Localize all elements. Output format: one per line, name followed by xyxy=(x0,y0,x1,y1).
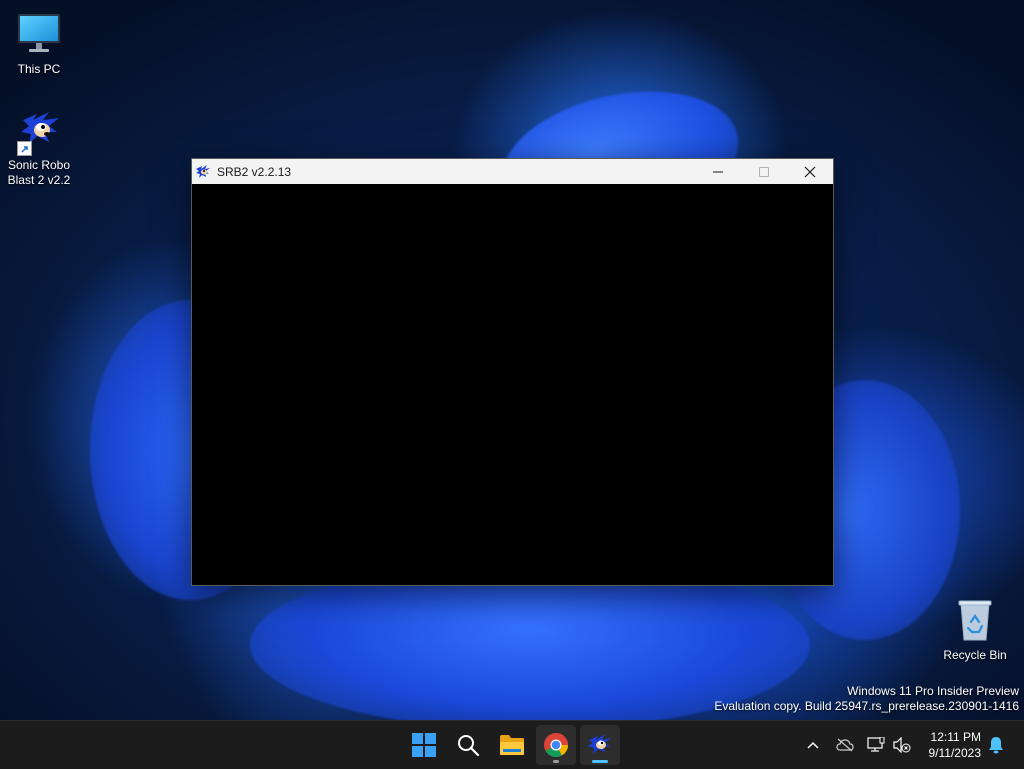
volume-tray-button[interactable] xyxy=(892,735,912,755)
clock-time: 12:11 PM xyxy=(930,730,981,744)
volume-muted-icon xyxy=(893,737,911,753)
chrome-icon xyxy=(544,733,568,758)
search-button[interactable] xyxy=(448,725,488,765)
monitor-icon xyxy=(15,10,63,58)
close-button[interactable] xyxy=(787,159,833,184)
start-button[interactable] xyxy=(404,725,444,765)
running-indicator xyxy=(553,760,559,763)
window-titlebar[interactable]: SRB2 v2.2.13 xyxy=(192,159,833,184)
desktop-icon-recycle-bin[interactable]: Recycle Bin xyxy=(937,596,1013,663)
recycle-bin-icon xyxy=(951,596,999,644)
shortcut-arrow-icon xyxy=(17,141,32,156)
sonic-icon xyxy=(15,106,63,156)
sonic-icon xyxy=(588,734,611,754)
file-explorer-button[interactable] xyxy=(492,725,532,765)
network-tray-button[interactable] xyxy=(866,735,886,755)
desktop-icon-label: Sonic Robo xyxy=(7,158,71,172)
chrome-button[interactable] xyxy=(536,725,576,765)
close-icon xyxy=(804,166,816,177)
maximize-button[interactable] xyxy=(741,159,787,184)
maximize-icon xyxy=(759,166,769,177)
desktop[interactable]: This PC Sonic Robo Blast 2 v2.2 Recycle … xyxy=(0,0,1024,720)
minimize-button[interactable] xyxy=(695,159,741,184)
app-window[interactable]: SRB2 v2.2.13 xyxy=(191,158,834,586)
onedrive-tray-button[interactable] xyxy=(835,735,855,755)
minimize-icon xyxy=(713,171,723,172)
chevron-up-icon xyxy=(807,741,819,749)
desktop-icon-this-pc[interactable]: This PC xyxy=(1,10,77,77)
onedrive-offline-icon xyxy=(836,738,854,752)
srb2-taskbar-button[interactable] xyxy=(580,725,620,765)
sonic-icon[interactable] xyxy=(195,164,211,180)
watermark-line: Windows 11 Pro Insider Preview xyxy=(847,684,1019,698)
clock-date: 9/11/2023 xyxy=(928,746,982,760)
notification-center-button[interactable] xyxy=(986,735,1006,755)
network-icon xyxy=(867,737,885,752)
notification-bell-icon xyxy=(989,737,1003,754)
evaluation-watermark: Windows 11 Pro Insider Preview Evaluatio… xyxy=(714,684,1019,714)
game-viewport[interactable] xyxy=(192,184,833,585)
clock[interactable]: 12:11 PM 9/11/2023 xyxy=(929,729,982,761)
taskbar: 12:11 PM 9/11/2023 xyxy=(0,720,1024,769)
desktop-icon-srb2[interactable]: Sonic Robo Blast 2 v2.2 xyxy=(1,106,77,188)
folder-icon xyxy=(500,735,524,755)
desktop-icon-label: Blast 2 v2.2 xyxy=(7,173,71,187)
watermark-line: Evaluation copy. Build 25947.rs_prerelea… xyxy=(714,699,1019,713)
desktop-icon-label: This PC xyxy=(17,62,61,76)
windows-logo-icon xyxy=(412,733,436,757)
search-icon xyxy=(458,735,480,757)
window-title: SRB2 v2.2.13 xyxy=(217,164,292,179)
active-indicator xyxy=(592,760,608,763)
show-hidden-icons-button[interactable] xyxy=(803,735,823,755)
desktop-icon-label: Recycle Bin xyxy=(943,648,1007,662)
